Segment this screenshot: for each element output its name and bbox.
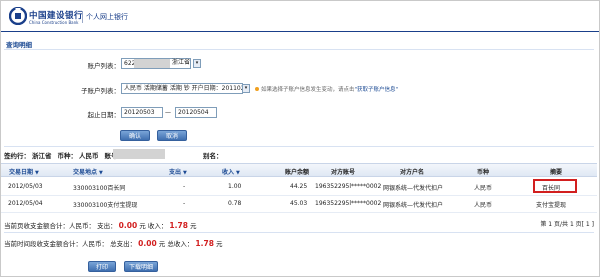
period-totals-label: 当前时间段收支金额合计：人民币： <box>4 240 108 248</box>
col-date[interactable]: 交易日期 ▼ <box>9 167 39 176</box>
col-place[interactable]: 交易地点 ▼ <box>73 167 103 176</box>
print-button[interactable]: 打印 <box>88 261 116 272</box>
cell-out: - <box>183 183 186 190</box>
alias-label: 别名： <box>203 152 223 160</box>
section-rule <box>4 49 594 50</box>
cell-currency: 人民币 <box>474 202 493 209</box>
open-bank-value: 浙江省 <box>32 152 52 160</box>
subaccount-hint: 如果选择子账户信息发生变动，请点击"获取子账户信息" <box>261 85 398 93</box>
pagination[interactable]: 第 1 页/共 1 页[ 1 ] <box>540 219 594 228</box>
totals-rule <box>4 232 594 233</box>
page-totals: 当前页收支金额合计：人民币： 支出： 0.00 元 收入： 1.78 元 <box>4 220 197 230</box>
refresh-subaccount-link[interactable]: "获取子账户信息" <box>355 87 399 93</box>
cell-balance: 45.03 <box>290 200 308 207</box>
cancel-button[interactable]: 取消 <box>157 130 187 141</box>
account-dropdown-icon[interactable]: ▾ <box>193 59 201 68</box>
period-out-label: 总支出： <box>110 240 137 248</box>
start-date-input[interactable]: 20120503 <box>121 107 163 118</box>
form-rule <box>4 146 594 147</box>
confirm-button[interactable]: 确认 <box>120 130 150 141</box>
cell-currency: 人民币 <box>474 185 493 192</box>
account-region: 浙江省 <box>172 59 191 66</box>
cell-counter-acct: 196352295l*****0002 <box>315 200 382 207</box>
currency-label: 币种： <box>57 152 78 160</box>
col-in[interactable]: 收入 ▼ <box>222 167 240 176</box>
bank-logo-icon <box>9 7 27 25</box>
page-out-unit: 元 <box>139 222 146 230</box>
cell-out: - <box>183 200 186 207</box>
cell-counter-acct: 196352295l*****0002 <box>315 183 382 190</box>
cell-memo: 支付宝提现 <box>536 202 567 209</box>
memo-highlight-box <box>533 179 577 193</box>
page-out-label: 支出： <box>97 222 117 230</box>
cell-date: 2012/05/03 <box>8 183 43 190</box>
col-out[interactable]: 支出 ▼ <box>169 167 187 176</box>
redacted-account <box>134 59 170 68</box>
period-out-amount: 0.00 <box>138 239 157 248</box>
date-label: 起止日期： <box>87 111 121 119</box>
subaccount-dropdown-icon[interactable]: ▾ <box>242 84 250 93</box>
sort-icon: ▼ <box>183 170 187 176</box>
end-date-input[interactable]: 20120504 <box>175 107 217 118</box>
header: 中国建设银行 China Construction Bank 个人网上银行 <box>1 1 599 31</box>
col-memo: 摘要 <box>550 169 563 176</box>
table-header: 交易日期 ▼ 交易地点 ▼ 支出 ▼ 收入 ▼ 账户余额 对方账号 对方户名 币种 摘要 <box>1 163 597 177</box>
row-divider <box>1 195 597 196</box>
bank-name-en: China Construction Bank <box>29 20 79 25</box>
date-separator: — <box>165 109 171 116</box>
redacted-account-no <box>113 149 165 159</box>
info-icon <box>255 87 259 91</box>
open-bank-label: 签约行： <box>4 152 30 160</box>
period-in-unit: 元 <box>216 240 223 248</box>
cell-date: 2012/05/04 <box>8 200 43 207</box>
page-totals-label: 当前页收支金额合计：人民币： <box>4 222 95 230</box>
hint-text: 如果选择子账户信息发生变动，请点击 <box>261 87 355 93</box>
cell-in: 0.78 <box>228 200 242 207</box>
row-divider <box>1 212 597 213</box>
page-in-unit: 元 <box>190 222 197 230</box>
download-button[interactable]: 下载明细 <box>124 261 158 272</box>
page-out-amount: 0.00 <box>118 221 138 230</box>
section-title: 查询明细 <box>6 41 32 49</box>
page-in-amount: 1.78 <box>169 221 188 230</box>
col-currency: 币种 <box>477 169 490 176</box>
sort-icon: ▼ <box>236 170 240 176</box>
sort-icon: ▼ <box>99 170 103 176</box>
col-counter-name: 对方户名 <box>400 169 425 176</box>
sort-icon: ▼ <box>35 170 39 176</box>
period-totals: 当前时间段收支金额合计：人民币： 总支出： 0.00 元 总收入： 1.78 元 <box>4 238 223 248</box>
subaccount-label: 子账户列表： <box>81 87 120 95</box>
page-frame <box>0 0 600 277</box>
page-in-label: 收入： <box>147 222 168 230</box>
col-balance: 账户余额 <box>285 169 310 176</box>
cell-balance: 44.25 <box>290 183 308 190</box>
cell-counter-name: 网银系统—代发代扣户 <box>383 202 444 209</box>
product-name: 个人网上银行 <box>86 13 128 21</box>
subaccount-select[interactable]: 人民币 活期储蓄 活期 钞 开户日期：20110225 <box>121 83 243 94</box>
header-rule <box>1 31 599 32</box>
cell-place: 330003100支付宝提现 <box>73 202 138 209</box>
cell-counter-name: 网银系统—代发代扣户 <box>383 185 444 192</box>
cell-place: 330003100百长同 <box>73 185 126 192</box>
period-in-label: 总收入： <box>167 240 194 248</box>
cell-in: 1.00 <box>228 183 242 190</box>
currency-value: 人民币 <box>79 152 99 160</box>
col-counter-acct: 对方账号 <box>331 169 356 176</box>
account-label: 账户列表： <box>87 62 121 70</box>
period-in-amount: 1.78 <box>195 239 214 248</box>
header-divider <box>82 11 83 23</box>
period-out-unit: 元 <box>158 240 166 248</box>
